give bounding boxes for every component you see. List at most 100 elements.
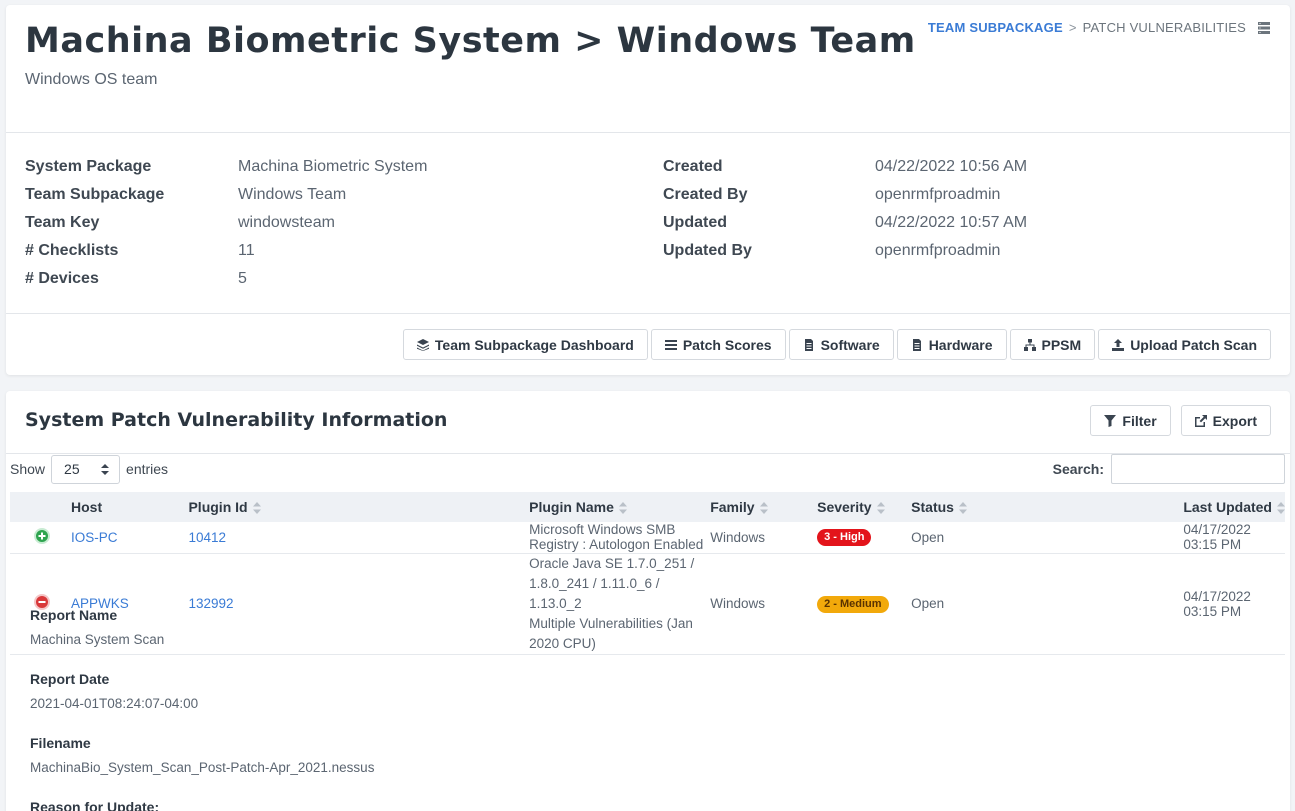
info-label: Team Subpackage xyxy=(25,186,165,203)
column-header-status[interactable]: Status xyxy=(898,492,1183,522)
action-toolbar: Team Subpackage Dashboard Patch Scores S… xyxy=(402,329,1271,360)
column-header-control xyxy=(10,492,71,522)
info-value: openrmfproadmin xyxy=(875,242,1001,259)
info-row-devices: # Devices 5 xyxy=(25,265,427,293)
button-label: Software xyxy=(820,336,880,353)
info-label: Created By xyxy=(663,186,748,203)
filter-icon xyxy=(1104,414,1117,427)
sort-icon xyxy=(252,502,261,515)
info-label: # Devices xyxy=(25,270,99,287)
page-subtitle: Windows OS team xyxy=(25,71,158,88)
info-value: Machina Biometric System xyxy=(238,158,428,175)
status-cell: Open xyxy=(911,596,945,611)
severity-badge: 3 - High xyxy=(817,529,872,547)
info-value: windowsteam xyxy=(238,214,335,231)
filter-button[interactable]: Filter xyxy=(1090,405,1171,436)
detail-value-filename: MachinaBio_System_Scan_Post-Patch-Apr_20… xyxy=(30,760,375,775)
file-icon xyxy=(912,338,921,351)
button-label: Export xyxy=(1212,412,1257,429)
table-header-row: Host Plugin Id Plugin Name Family Severi… xyxy=(10,492,1285,522)
info-row-checklists: # Checklists 11 xyxy=(25,237,427,265)
page-length-control: Show 25 entries xyxy=(10,454,168,484)
patch-scores-button[interactable]: Patch Scores xyxy=(650,329,786,360)
info-value: 5 xyxy=(238,270,247,287)
button-label: Patch Scores xyxy=(682,336,772,353)
detail-value-report-date: 2021-04-01T08:24:07-04:00 xyxy=(30,696,199,711)
plugin-name-line: Oracle Java SE 1.7.0_251 / 1.8.0_241 / 1… xyxy=(529,555,695,611)
info-value: 04/22/2022 10:57 AM xyxy=(875,214,1028,231)
info-row-updated: Updated 04/22/2022 10:57 AM xyxy=(663,209,1027,237)
team-subpackage-dashboard-button[interactable]: Team Subpackage Dashboard xyxy=(402,329,648,360)
info-label: # Checklists xyxy=(25,242,119,259)
breadcrumb: TEAM SUBPACKAGE > PATCH VULNERABILITIES xyxy=(928,20,1270,35)
software-button[interactable]: Software xyxy=(788,329,894,360)
info-label: Created xyxy=(663,158,723,175)
column-header-plugin-id[interactable]: Plugin Id xyxy=(188,492,529,522)
export-button[interactable]: Export xyxy=(1180,405,1271,436)
info-row-system-package: System Package Machina Biometric System xyxy=(25,153,427,181)
info-row-updated-by: Updated By openrmfproadmin xyxy=(663,237,1027,265)
column-header-severity[interactable]: Severity xyxy=(817,492,898,522)
plugin-name-cell: Oracle Java SE 1.7.0_251 / 1.8.0_241 / 1… xyxy=(529,553,710,654)
divider xyxy=(6,313,1290,314)
package-info-left: System Package Machina Biometric System T… xyxy=(25,153,427,293)
network-icon xyxy=(1023,338,1036,351)
team-info-card: Machina Biometric System > Windows Team … xyxy=(6,5,1290,375)
info-label: Team Key xyxy=(25,214,100,231)
info-row-created-by: Created By openrmfproadmin xyxy=(663,181,1027,209)
show-label: Show xyxy=(10,461,46,477)
column-header-host[interactable]: Host xyxy=(71,492,188,522)
sort-updown-icon xyxy=(101,463,110,475)
table-controls: Show 25 entries Search: xyxy=(10,454,1285,486)
file-icon xyxy=(804,338,813,351)
row-detail-panel: Report Name Machina System Scan Report D… xyxy=(30,607,374,811)
host-link[interactable]: IOS-PC xyxy=(71,530,118,545)
row-control-cell xyxy=(10,522,71,553)
detail-value-report-name: Machina System Scan xyxy=(30,632,165,647)
table-row: IOS-PC 10412 Microsoft Windows SMB Regis… xyxy=(10,522,1285,553)
upload-patch-scan-button[interactable]: Upload Patch Scan xyxy=(1098,329,1271,360)
info-row-team-subpackage: Team Subpackage Windows Team xyxy=(25,181,427,209)
column-header-family[interactable]: Family xyxy=(710,492,817,522)
sort-icon xyxy=(759,502,768,515)
plugin-name-line: Multiple Vulnerabilities (Jan 2020 CPU) xyxy=(529,615,693,651)
sort-icon xyxy=(618,502,627,515)
detail-label-report-name: Report Name xyxy=(30,607,118,623)
upload-icon xyxy=(1112,338,1125,351)
button-label: PPSM xyxy=(1041,336,1082,353)
expand-row-icon[interactable] xyxy=(34,527,50,544)
hardware-button[interactable]: Hardware xyxy=(896,329,1007,360)
last-updated-cell: 04/17/2022 03:15 PM xyxy=(1183,522,1251,553)
breadcrumb-team-subpackage-link[interactable]: TEAM SUBPACKAGE xyxy=(928,20,1063,35)
entries-select[interactable]: 25 xyxy=(51,454,121,484)
list-icon xyxy=(664,339,677,350)
column-header-last-updated[interactable]: Last Updated xyxy=(1183,492,1285,522)
sort-icon xyxy=(876,502,885,515)
entries-label: entries xyxy=(126,461,169,477)
external-link-icon xyxy=(1194,414,1207,427)
search-input[interactable] xyxy=(1111,454,1285,484)
button-label: Team Subpackage Dashboard xyxy=(434,336,634,353)
info-label: System Package xyxy=(25,158,152,175)
severity-badge: 2 - Medium xyxy=(817,595,889,613)
section-header-actions: Filter Export xyxy=(1090,405,1271,436)
button-label: Hardware xyxy=(928,336,993,353)
breadcrumb-separator: > xyxy=(1068,20,1077,35)
info-value: openrmfproadmin xyxy=(875,186,1001,203)
package-info-right: Created 04/22/2022 10:56 AM Created By ope… xyxy=(663,153,1027,265)
info-row-created: Created 04/22/2022 10:56 AM xyxy=(663,153,1027,181)
button-label: Filter xyxy=(1122,412,1157,429)
plugin-name-cell: Microsoft Windows SMB Registry : Autolog… xyxy=(529,522,704,553)
entries-value: 25 xyxy=(64,461,80,477)
search-control: Search: xyxy=(1053,454,1285,484)
family-cell: Windows xyxy=(710,529,765,545)
sort-icon xyxy=(1277,502,1285,515)
plugin-id-link[interactable]: 10412 xyxy=(188,530,226,545)
family-cell: Windows xyxy=(710,596,765,611)
info-value: Windows Team xyxy=(238,186,347,203)
database-icon xyxy=(1258,21,1270,34)
divider xyxy=(6,132,1290,133)
detail-label-reason: Reason for Update: xyxy=(30,799,160,811)
column-header-plugin-name[interactable]: Plugin Name xyxy=(529,492,710,522)
ppsm-button[interactable]: PPSM xyxy=(1009,329,1096,360)
